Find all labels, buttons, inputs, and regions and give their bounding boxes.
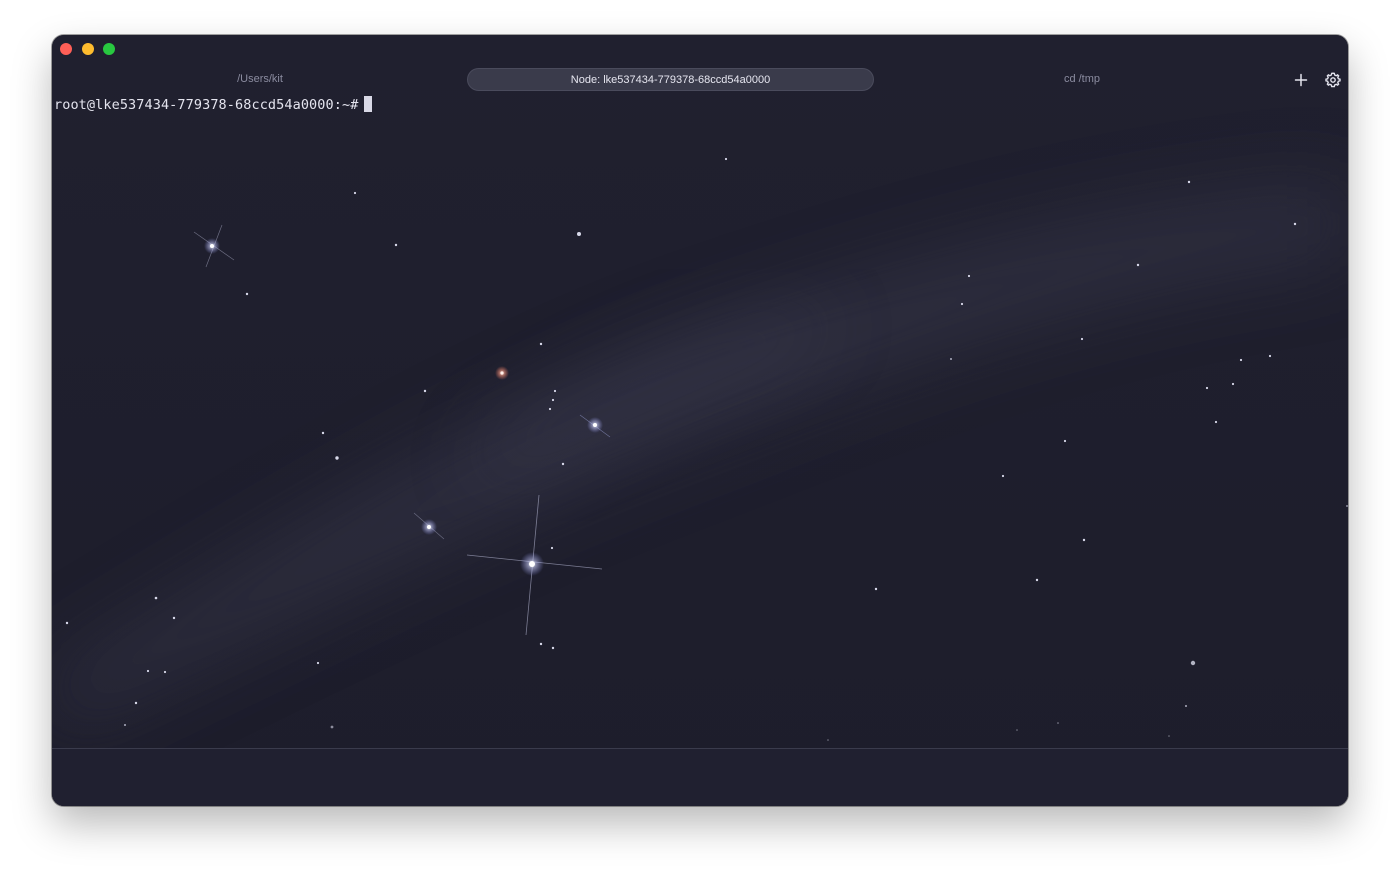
new-tab-button[interactable] (1291, 70, 1311, 90)
text-cursor (364, 96, 373, 112)
maximize-window-button[interactable] (103, 43, 115, 55)
settings-button[interactable] (1323, 70, 1343, 90)
close-window-button[interactable] (60, 43, 72, 55)
starfield-background (52, 35, 1348, 806)
tab-users-kit[interactable]: /Users/kit (52, 68, 468, 91)
title-bar[interactable] (52, 35, 1348, 65)
plus-icon (1294, 73, 1308, 87)
gear-icon (1325, 72, 1341, 88)
tab-node-active[interactable]: Node: lke537434-779378-68ccd54a0000 (467, 68, 874, 91)
tab-cd-tmp[interactable]: cd /tmp (877, 68, 1287, 91)
bottom-panel[interactable] (52, 749, 1348, 806)
minimize-window-button[interactable] (82, 43, 94, 55)
prompt-text: root@lke537434-779378-68ccd54a0000:~# (54, 97, 359, 113)
terminal-prompt[interactable]: root@lke537434-779378-68ccd54a0000:~# (54, 96, 373, 113)
terminal-window: /Users/kit Node: lke537434-779378-68ccd5… (52, 35, 1348, 806)
